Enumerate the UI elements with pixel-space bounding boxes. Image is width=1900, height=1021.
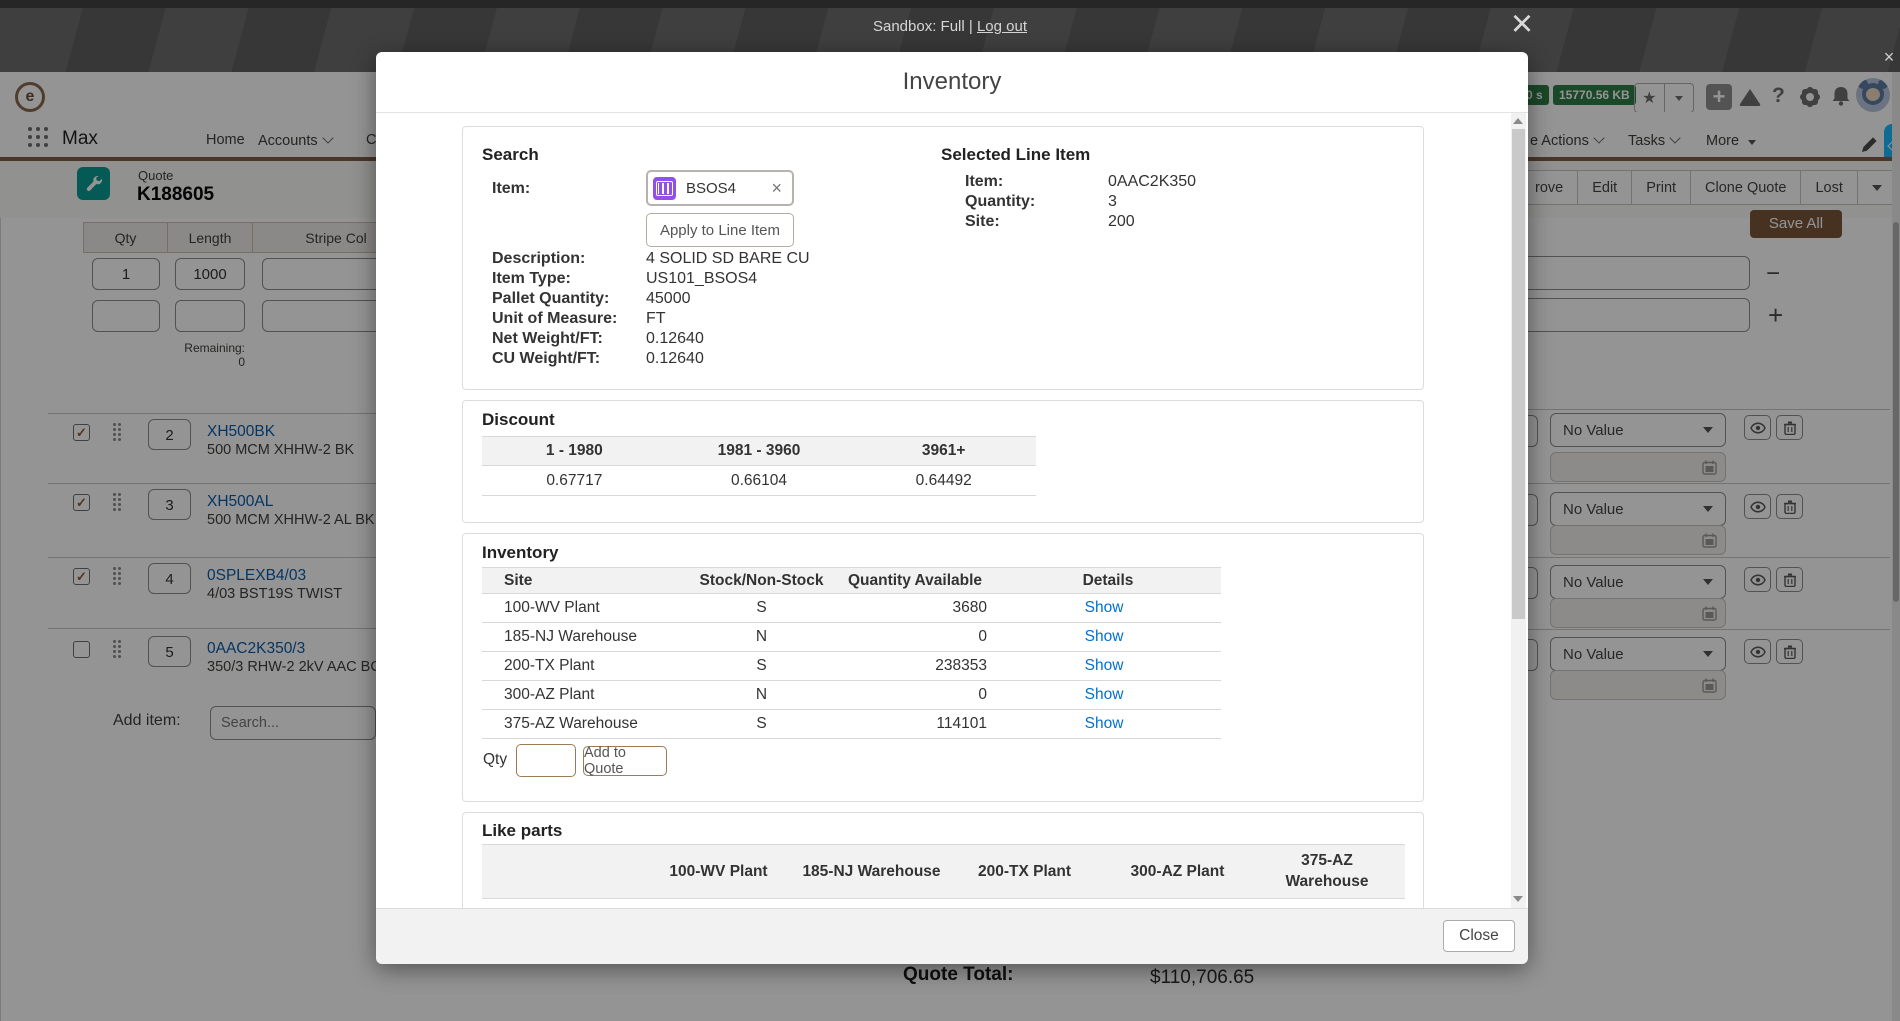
inv-stock: S [688,657,835,675]
scroll-down-icon[interactable] [1513,896,1523,902]
inventory-row: 185-NJ Warehouse N 0 Show [482,623,1221,652]
logout-link[interactable]: Log out [977,18,1027,35]
inventory-row: 375-AZ Warehouse S 114101 Show [482,710,1221,739]
sandbox-label: Sandbox: Full | [873,18,973,35]
like-parts-col: 300-AZ Plant [1101,863,1254,881]
like-parts-table-header: 100-WV Plant 185-NJ Warehouse 200-TX Pla… [482,844,1405,899]
field-label: Unit of Measure: [492,310,617,328]
discount-table-header: 1 - 1980 1981 - 3960 3961+ [482,436,1036,466]
field-value: 3 [1108,193,1117,211]
field-label: CU Weight/FT: [492,350,600,368]
banner-close-icon[interactable]: × [1878,46,1900,68]
discount-col: 3961+ [851,442,1036,460]
like-parts-col: 100-WV Plant [642,863,795,881]
field-value: US101_BSOS4 [646,270,757,288]
inv-site: 100-WV Plant [482,599,688,617]
field-label: Quantity: [965,193,1035,211]
modal-close-icon[interactable]: × [1500,2,1544,46]
selected-line-item-heading: Selected Line Item [941,145,1090,165]
item-label: Item: [492,180,530,198]
inv-col-details: Details [995,572,1221,590]
inv-qty: 114101 [835,715,987,733]
search-section [462,126,1424,390]
field-value: 0.12640 [646,330,704,348]
modal-qty-label: Qty [483,751,507,769]
field-value: FT [646,310,666,328]
field-value: 4 SOLID SD BARE CU [646,250,810,268]
inventory-table-header: Site Stock/Non-Stock Quantity Available … [482,567,1221,594]
apply-to-line-item-button[interactable]: Apply to Line Item [646,213,794,247]
field-value: 200 [1108,213,1135,231]
product-icon [653,177,676,200]
field-label: Net Weight/FT: [492,330,603,348]
inv-col-site: Site [482,572,688,590]
discount-col: 1981 - 3960 [667,442,852,460]
inventory-row: 100-WV Plant S 3680 Show [482,594,1221,623]
field-value: 45000 [646,290,691,308]
like-parts-col: 185-NJ Warehouse [795,863,948,881]
inv-col-qty: Quantity Available [835,572,995,590]
discount-value: 0.67717 [482,472,667,490]
scroll-up-icon[interactable] [1513,118,1523,124]
product-glyph [656,181,673,196]
show-details-link[interactable]: Show [987,715,1221,733]
inv-site: 185-NJ Warehouse [482,628,688,646]
field-value: 0.12640 [646,350,704,368]
like-parts-col: 200-TX Plant [948,863,1101,881]
top-strip [0,0,1900,8]
page: Sandbox: Full | Log out e 0 s 15770.56 K… [0,0,1900,1021]
item-lookup-value: BSOS4 [686,180,771,197]
modal-qty-input[interactable] [516,744,576,777]
close-button[interactable]: Close [1443,920,1515,952]
inventory-heading: Inventory [482,543,559,563]
discount-col: 1 - 1980 [482,442,667,460]
inventory-row: 300-AZ Plant N 0 Show [482,681,1221,710]
show-details-link[interactable]: Show [987,686,1221,704]
inv-col-stock: Stock/Non-Stock [688,572,835,590]
show-details-link[interactable]: Show [987,628,1221,646]
inventory-row: 200-TX Plant S 238353 Show [482,652,1221,681]
inv-site: 300-AZ Plant [482,686,688,704]
inventory-modal: Inventory Search Item: BSOS4 × Apply to … [376,52,1528,963]
discount-heading: Discount [482,410,555,430]
add-to-quote-button[interactable]: Add to Quote [583,746,667,776]
modal-title: Inventory [376,68,1528,96]
show-details-link[interactable]: Show [987,599,1221,617]
field-label: Pallet Quantity: [492,290,609,308]
modal-scrollbar[interactable] [1511,113,1526,908]
modal-title-divider [376,112,1528,113]
field-label: Description: [492,250,585,268]
show-details-link[interactable]: Show [987,657,1221,675]
clear-icon[interactable]: × [771,178,782,199]
inv-stock: S [688,599,835,617]
item-lookup-field[interactable]: BSOS4 × [646,170,794,206]
inv-qty: 3680 [835,599,987,617]
modal-scrollbar-thumb[interactable] [1512,129,1525,619]
inv-qty: 0 [835,686,987,704]
like-parts-col: 375-AZ Warehouse [1272,851,1382,893]
inv-qty: 238353 [835,657,987,675]
inv-site: 200-TX Plant [482,657,688,675]
inv-stock: N [688,686,835,704]
inv-qty: 0 [835,628,987,646]
search-heading: Search [482,145,539,165]
inv-stock: S [688,715,835,733]
like-parts-heading: Like parts [482,821,562,841]
field-label: Site: [965,213,1000,231]
modal-footer [376,908,1528,964]
field-value: 0AAC2K350 [1108,173,1196,191]
discount-table-row: 0.67717 0.66104 0.64492 [482,466,1036,496]
inv-site: 375-AZ Warehouse [482,715,688,733]
discount-value: 0.66104 [667,472,852,490]
field-label: Item: [965,173,1003,191]
sandbox-banner-text: Sandbox: Full | Log out [0,18,1900,35]
field-label: Item Type: [492,270,571,288]
discount-value: 0.64492 [851,472,1036,490]
inv-stock: N [688,628,835,646]
